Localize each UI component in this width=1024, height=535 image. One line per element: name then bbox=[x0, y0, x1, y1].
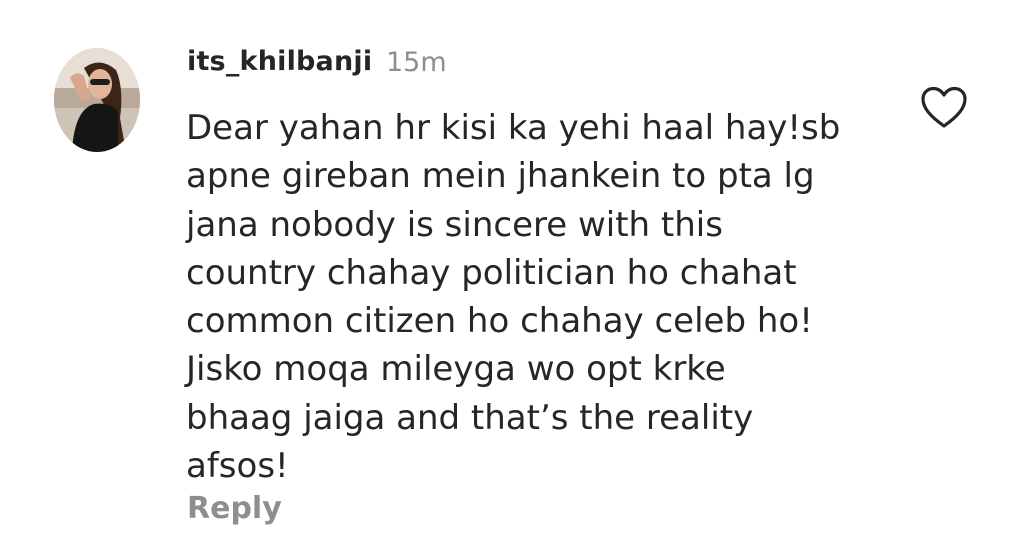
avatar[interactable] bbox=[54, 48, 140, 152]
comment-text: Dear yahan hr kisi ka yehi haal hay!sb a… bbox=[186, 104, 886, 490]
comment-line: common citizen ho chahay celeb ho! bbox=[186, 301, 813, 342]
comment-line: bhaag jaiga and that’s the reality bbox=[186, 397, 754, 438]
comment-line: apne gireban mein jhankein to pta lg bbox=[186, 156, 815, 197]
comment-line: Dear yahan hr kisi ka yehi haal hay!sb bbox=[186, 108, 841, 148]
avatar-image bbox=[54, 48, 140, 152]
comment-item: its_khilbanji 15m Dear yahan hr kisi ka … bbox=[0, 0, 1024, 535]
timestamp: 15m bbox=[386, 47, 447, 78]
username[interactable]: its_khilbanji bbox=[187, 46, 372, 77]
comment-line: jana nobody is sincere with this bbox=[186, 204, 723, 245]
comment-line: afsos! bbox=[186, 446, 289, 487]
comment-line: Jisko moqa mileyga wo opt krke bbox=[186, 349, 726, 390]
reply-button[interactable]: Reply bbox=[187, 491, 282, 526]
comment-line: country chahay politician ho chahat bbox=[186, 252, 797, 293]
like-button[interactable] bbox=[920, 86, 968, 130]
heart-outline-icon bbox=[921, 86, 967, 128]
